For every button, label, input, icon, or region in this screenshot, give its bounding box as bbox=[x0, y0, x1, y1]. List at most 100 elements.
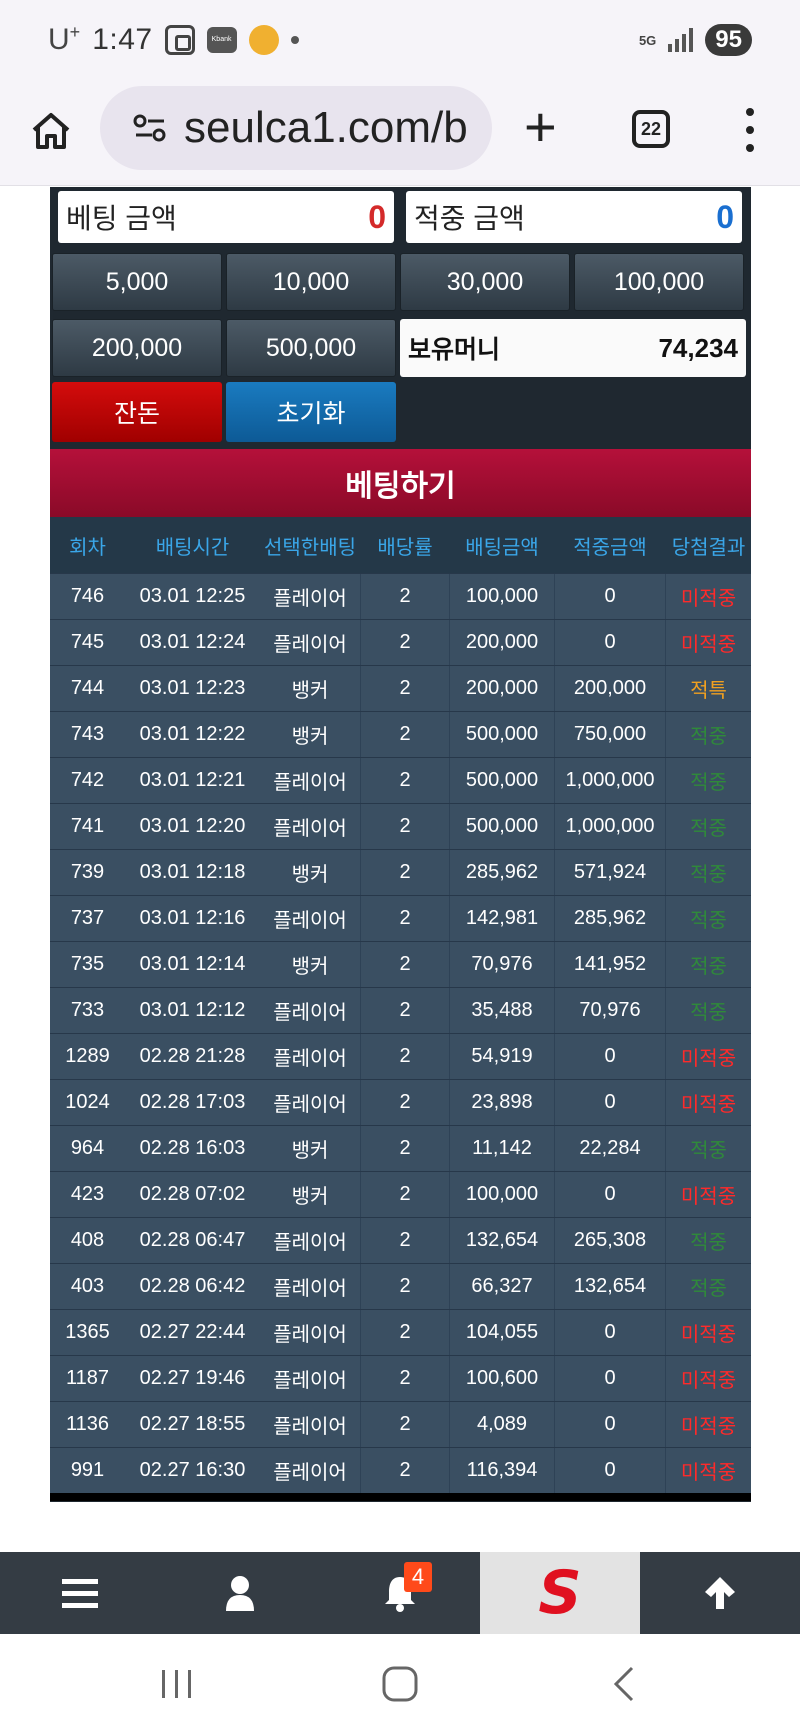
chip-button[interactable]: 100,000 bbox=[574, 253, 744, 311]
table-cell: 0 bbox=[554, 1080, 666, 1125]
new-tab-button[interactable]: + bbox=[524, 99, 557, 155]
hit-amount-label: 적중 금액 bbox=[414, 203, 525, 234]
table-cell: 0 bbox=[554, 574, 666, 619]
table-cell: 02.28 07:02 bbox=[139, 1183, 246, 1205]
tab-switcher-button[interactable]: 22 bbox=[632, 110, 670, 148]
table-cell: 142,981 bbox=[465, 907, 539, 929]
chip-button[interactable]: 200,000 bbox=[52, 319, 222, 377]
table-cell: 2 bbox=[360, 1034, 450, 1079]
cash-app-icon bbox=[248, 24, 279, 55]
table-cell: 2 bbox=[360, 1356, 450, 1401]
table-row: 735 03.01 12:14 뱅커 2 70,976 141,952 적중 bbox=[50, 941, 751, 987]
home-button[interactable] bbox=[30, 110, 72, 152]
table-cell: 2 bbox=[360, 1172, 450, 1217]
chip-button[interactable]: 10,000 bbox=[226, 253, 396, 311]
table-row: 964 02.28 16:03 뱅커 2 11,142 22,284 적중 bbox=[50, 1125, 751, 1171]
table-cell: 2 bbox=[360, 620, 450, 665]
column-header: 적중금액 bbox=[573, 536, 647, 559]
network-5g-icon: 5G bbox=[638, 32, 657, 48]
table-cell: 735 bbox=[70, 953, 105, 975]
balance-value: 74,234 bbox=[658, 332, 738, 363]
table-cell: 11,142 bbox=[472, 1137, 532, 1159]
table-cell: 285,962 bbox=[554, 896, 666, 941]
table-cell: 100,600 bbox=[465, 1367, 539, 1389]
table-row: 403 02.28 06:42 플레이어 2 66,327 132,654 적중 bbox=[50, 1263, 751, 1309]
table-cell: 2 bbox=[360, 1126, 450, 1171]
table-cell: 플레이어 bbox=[273, 772, 347, 794]
result-cell: 적중 bbox=[690, 1140, 727, 1162]
table-cell: 2 bbox=[360, 1080, 450, 1125]
table-cell: 03.01 12:24 bbox=[139, 631, 246, 653]
result-cell: 미적중 bbox=[680, 1370, 737, 1392]
menu-button[interactable] bbox=[0, 1552, 160, 1634]
table-cell: 200,000 bbox=[554, 666, 666, 711]
column-header: 배팅금액 bbox=[465, 536, 539, 559]
table-cell: 플레이어 bbox=[273, 910, 347, 932]
chip-button[interactable]: 500,000 bbox=[226, 319, 396, 377]
reset-button[interactable]: 초기화 bbox=[226, 382, 396, 442]
balance-box: 보유머니 74,234 bbox=[400, 319, 746, 377]
site-bottom-nav: 4 S bbox=[0, 1552, 800, 1634]
table-cell: 플레이어 bbox=[273, 1462, 347, 1484]
result-cell: 미적중 bbox=[680, 1324, 737, 1346]
table-row: 1187 02.27 19:46 플레이어 2 100,600 0 미적중 bbox=[50, 1355, 751, 1401]
table-cell: 플레이어 bbox=[273, 1094, 347, 1116]
table-row: 1024 02.28 17:03 플레이어 2 23,898 0 미적중 bbox=[50, 1079, 751, 1125]
place-bet-button[interactable]: 베팅하기 bbox=[50, 449, 751, 517]
table-cell: 1187 bbox=[65, 1367, 109, 1389]
result-cell: 적중 bbox=[690, 1278, 727, 1300]
scroll-top-button[interactable] bbox=[640, 1552, 800, 1634]
table-cell: 116,394 bbox=[466, 1459, 538, 1481]
carrier-label: U+ bbox=[48, 22, 81, 56]
address-bar[interactable]: seulca1.com/b bbox=[100, 86, 492, 170]
back-icon[interactable] bbox=[612, 1666, 636, 1702]
column-header: 선택한배팅 bbox=[264, 536, 356, 559]
table-row: 423 02.28 07:02 뱅커 2 100,000 0 미적중 bbox=[50, 1171, 751, 1217]
home-nav-icon[interactable] bbox=[382, 1666, 418, 1702]
site-settings-icon[interactable] bbox=[132, 113, 168, 143]
table-cell: 플레이어 bbox=[273, 1324, 347, 1346]
table-row: 733 03.01 12:12 플레이어 2 35,488 70,976 적중 bbox=[50, 987, 751, 1033]
table-cell: 2 bbox=[360, 1402, 450, 1447]
table-cell: 플레이어 bbox=[273, 588, 347, 610]
recent-apps-icon[interactable] bbox=[160, 1668, 194, 1700]
table-cell: 571,924 bbox=[554, 850, 666, 895]
table-cell: 423 bbox=[70, 1183, 105, 1205]
chip-button[interactable]: 5,000 bbox=[52, 253, 222, 311]
table-cell: 750,000 bbox=[554, 712, 666, 757]
chip-button[interactable]: 30,000 bbox=[400, 253, 570, 311]
table-cell: 964 bbox=[70, 1137, 105, 1159]
table-cell: 1,000,000 bbox=[554, 804, 666, 849]
table-cell: 1024 bbox=[65, 1091, 110, 1113]
table-row: 1136 02.27 18:55 플레이어 2 4,089 0 미적중 bbox=[50, 1401, 751, 1447]
table-cell: 70,976 bbox=[471, 953, 533, 975]
change-button[interactable]: 잔돈 bbox=[52, 382, 222, 442]
signal-icon bbox=[668, 28, 694, 52]
result-cell: 적중 bbox=[690, 956, 727, 978]
table-cell: 733 bbox=[70, 999, 105, 1021]
status-left: U+ 1:47 Kbank bbox=[48, 22, 299, 57]
table-cell: 737 bbox=[70, 907, 105, 929]
table-cell: 2 bbox=[360, 574, 450, 619]
table-cell: 132,654 bbox=[465, 1229, 539, 1251]
table-row: 742 03.01 12:21 플레이어 2 500,000 1,000,000 적중 bbox=[50, 757, 751, 803]
table-cell: 1289 bbox=[65, 1045, 110, 1067]
table-cell: 02.27 18:55 bbox=[139, 1413, 246, 1435]
table-cell: 22,284 bbox=[554, 1126, 666, 1171]
table-cell: 23,898 bbox=[471, 1091, 533, 1113]
table-cell: 0 bbox=[554, 1402, 666, 1447]
more-menu-button[interactable] bbox=[744, 108, 756, 152]
table-cell: 2 bbox=[360, 758, 450, 803]
table-cell: 플레이어 bbox=[273, 818, 347, 840]
table-cell: 03.01 12:23 bbox=[139, 677, 246, 699]
profile-button[interactable] bbox=[160, 1552, 320, 1634]
table-row: 1289 02.28 21:28 플레이어 2 54,919 0 미적중 bbox=[50, 1033, 751, 1079]
table-cell: 03.01 12:16 bbox=[139, 907, 246, 929]
result-cell: 미적중 bbox=[680, 588, 737, 610]
notifications-button[interactable]: 4 bbox=[320, 1552, 480, 1634]
clock: 1:47 bbox=[92, 22, 153, 56]
table-cell: 100,000 bbox=[465, 585, 539, 607]
table-cell: 2 bbox=[360, 1218, 450, 1263]
site-logo-button[interactable]: S bbox=[480, 1552, 640, 1634]
balance-label: 보유머니 bbox=[408, 336, 501, 364]
